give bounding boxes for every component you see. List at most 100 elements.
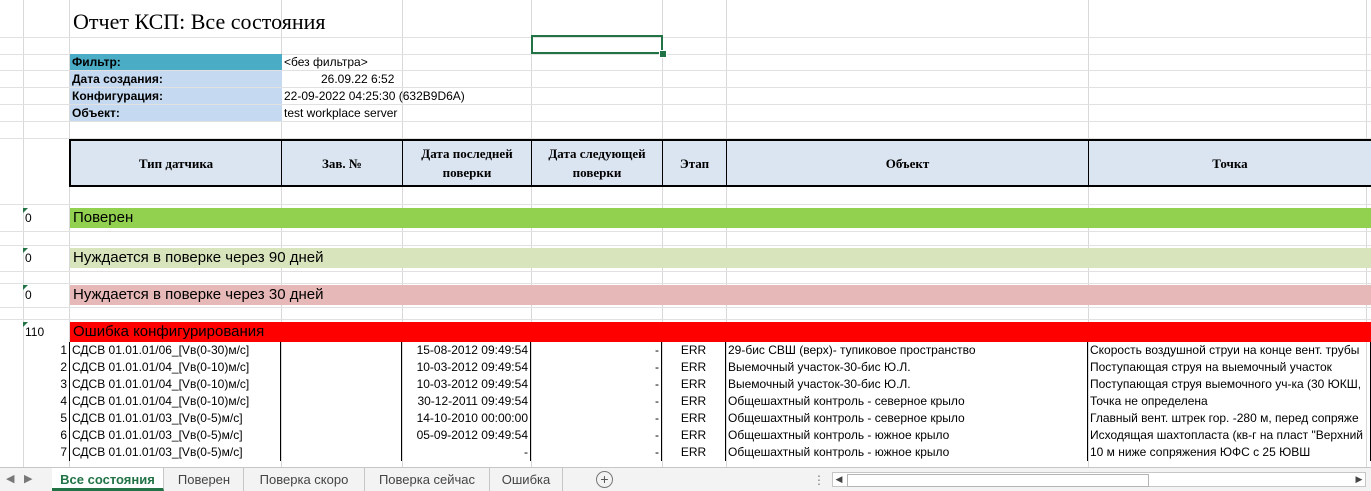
scroll-left-arrow-icon[interactable]: ◀ xyxy=(833,473,845,486)
cell-object[interactable]: Общешахтный контроль - южное крыло xyxy=(726,444,1088,461)
cell-point[interactable]: 10 м ниже сопряжения ЮФС с 25 ЮВШ xyxy=(1088,444,1371,461)
header-next-check-line2: поверки xyxy=(572,165,622,180)
cell-sensor-type[interactable]: СДСВ 01.01.01/03_[Vв(0-5)м/с] xyxy=(69,427,281,444)
cell-object[interactable]: Общешахтный контроль - северное крыло xyxy=(726,393,1088,410)
cell-next-check[interactable]: - xyxy=(531,410,662,427)
cell-stage[interactable]: ERR xyxy=(662,410,726,427)
cell-point[interactable]: Исходящая шахтопласта (кв-г на пласт "Ве… xyxy=(1088,427,1371,444)
scrollbar-thumb[interactable] xyxy=(847,474,1149,487)
cell-point[interactable]: Поступающая струя на выемочный участок xyxy=(1088,359,1371,376)
cell-serial[interactable] xyxy=(281,410,402,427)
cell-object[interactable]: Выемочный участок-30-бис Ю.Л. xyxy=(726,359,1088,376)
header-serial-text: Зав. № xyxy=(322,155,362,171)
fill-handle[interactable] xyxy=(659,50,667,58)
tab-error[interactable]: Ошибка xyxy=(490,468,563,491)
cell-point[interactable]: Поступающая струя выемочного уч-ка (30 Ю… xyxy=(1088,376,1371,393)
header-object: Объект xyxy=(726,139,1088,187)
cell-object[interactable]: Выемочный участок-30-бис Ю.Л. xyxy=(726,376,1088,393)
cell-next-check[interactable]: - xyxy=(531,427,662,444)
tab-scroll-right-icon[interactable]: ▶ xyxy=(24,472,32,485)
cell-point[interactable]: Главный вент. штрек гор. -280 м, перед с… xyxy=(1088,410,1371,427)
cell-last-check[interactable]: 05-09-2012 09:49:54 xyxy=(402,427,531,444)
add-sheet-icon[interactable]: + xyxy=(596,471,613,488)
cell-point[interactable]: Точка не определена xyxy=(1088,393,1371,410)
table-row[interactable]: 2 СДСВ 01.01.01/04_[Vв(0-10)м/с] 10-03-201… xyxy=(0,359,1371,376)
cell-last-check[interactable]: - xyxy=(402,444,531,461)
cell-object[interactable]: Общешахтный контроль - северное крыло xyxy=(726,410,1088,427)
tab-check-soon[interactable]: Поверка скоро xyxy=(244,468,365,491)
cell-stage[interactable]: ERR xyxy=(662,393,726,410)
cell-serial[interactable] xyxy=(281,444,402,461)
selected-cell[interactable] xyxy=(531,35,663,54)
info-label-created: Дата создания: xyxy=(70,71,282,87)
cell-row-number[interactable]: 6 xyxy=(23,427,69,444)
cell-next-check[interactable]: - xyxy=(531,359,662,376)
info-value-created: 26.09.22 6:52 xyxy=(321,72,395,86)
cell-row-number[interactable]: 1 xyxy=(23,342,69,359)
gridline xyxy=(0,271,1371,272)
gridline xyxy=(0,307,1371,308)
info-value-object: test workplace server xyxy=(284,106,398,120)
cell-last-check[interactable]: 10-03-2012 09:49:54 xyxy=(402,376,531,393)
group-count: 0 xyxy=(25,288,32,302)
cell-stage[interactable]: ERR xyxy=(662,359,726,376)
header-point-text: Точка xyxy=(1212,155,1248,171)
info-label-object: Объект: xyxy=(70,105,282,121)
header-next-check: Дата следующей поверки xyxy=(531,139,662,187)
cell-sensor-type[interactable]: СДСВ 01.01.01/03_[Vв(0-5)м/с] xyxy=(69,410,281,427)
cell-row-number[interactable]: 3 xyxy=(23,376,69,393)
cell-stage[interactable]: ERR xyxy=(662,342,726,359)
cell-point[interactable]: Скорость воздушной струи на конце вент. … xyxy=(1088,342,1371,359)
cell-stage[interactable]: ERR xyxy=(662,444,726,461)
table-row[interactable]: 4 СДСВ 01.01.01/04_[Vв(0-10)м/с] 30-12-201… xyxy=(0,393,1371,410)
cell-serial[interactable] xyxy=(281,376,402,393)
cell-serial[interactable] xyxy=(281,427,402,444)
cell-next-check[interactable]: - xyxy=(531,444,662,461)
info-value-filter: <без фильтра> xyxy=(284,55,368,69)
table-row[interactable]: 5 СДСВ 01.01.01/03_[Vв(0-5)м/с] 14-10-2010… xyxy=(0,410,1371,427)
cell-sensor-type[interactable]: СДСВ 01.01.01/03_[Vв(0-5)м/с] xyxy=(69,444,281,461)
cell-next-check[interactable]: - xyxy=(531,393,662,410)
cell-object[interactable]: 29-бис СВШ (верх)- тупиковое пространств… xyxy=(726,342,1088,359)
header-last-check: Дата последней поверки xyxy=(402,139,531,187)
cell-last-check[interactable]: 14-10-2010 00:00:00 xyxy=(402,410,531,427)
table-row[interactable]: 1 СДСВ 01.01.01/06_[Vв(0-30)м/с] 15-08-201… xyxy=(0,342,1371,359)
cell-last-check[interactable]: 10-03-2012 09:49:54 xyxy=(402,359,531,376)
table-row[interactable]: 7 СДСВ 01.01.01/03_[Vв(0-5)м/с] - - ERR Общеш… xyxy=(0,444,1371,461)
cell-row-number[interactable]: 2 xyxy=(23,359,69,376)
cell-row-number[interactable]: 4 xyxy=(23,393,69,410)
tab-verified[interactable]: Поверен xyxy=(165,468,244,491)
group-band-verified: Поверен xyxy=(70,208,1371,228)
cell-object[interactable]: Общешахтный контроль - южное крыло xyxy=(726,427,1088,444)
spreadsheet-grid[interactable]: Отчет КСП: Все состояния Фильтр: <без фи… xyxy=(0,0,1371,467)
cell-last-check[interactable]: 30-12-2011 09:49:54 xyxy=(402,393,531,410)
table-row[interactable]: 3 СДСВ 01.01.01/04_[Vв(0-10)м/с] 10-03-201… xyxy=(0,376,1371,393)
cell-last-check[interactable]: 15-08-2012 09:49:54 xyxy=(402,342,531,359)
header-next-check-line1: Дата следующей xyxy=(548,146,646,161)
gridline xyxy=(0,231,1371,232)
horizontal-scrollbar[interactable]: ◀ ▶ xyxy=(832,472,1366,487)
gridline xyxy=(0,283,1371,284)
cell-row-number[interactable]: 7 xyxy=(23,444,69,461)
scroll-right-arrow-icon[interactable]: ▶ xyxy=(1353,473,1365,486)
cell-stage[interactable]: ERR xyxy=(662,376,726,393)
cell-sensor-type[interactable]: СДСВ 01.01.01/04_[Vв(0-10)м/с] xyxy=(69,359,281,376)
cell-sensor-type[interactable]: СДСВ 01.01.01/04_[Vв(0-10)м/с] xyxy=(69,376,281,393)
tab-scroll-left-icon[interactable]: ◀ xyxy=(6,472,14,485)
header-stage: Этап xyxy=(662,139,726,187)
cell-serial[interactable] xyxy=(281,342,402,359)
tab-check-now[interactable]: Поверка сейчас xyxy=(365,468,490,491)
gridline xyxy=(0,121,1371,122)
cell-sensor-type[interactable]: СДСВ 01.01.01/06_[Vв(0-30)м/с] xyxy=(69,342,281,359)
header-sensor-type: Тип датчика xyxy=(69,139,281,187)
cell-next-check[interactable]: - xyxy=(531,376,662,393)
header-serial: Зав. № xyxy=(281,139,402,187)
cell-serial[interactable] xyxy=(281,359,402,376)
cell-serial[interactable] xyxy=(281,393,402,410)
tab-all-states[interactable]: Все состояния xyxy=(52,468,164,491)
cell-row-number[interactable]: 5 xyxy=(23,410,69,427)
cell-next-check[interactable]: - xyxy=(531,342,662,359)
cell-stage[interactable]: ERR xyxy=(662,427,726,444)
table-row[interactable]: 6 СДСВ 01.01.01/03_[Vв(0-5)м/с] 05-09-2012… xyxy=(0,427,1371,444)
cell-sensor-type[interactable]: СДСВ 01.01.01/04_[Vв(0-10)м/с] xyxy=(69,393,281,410)
